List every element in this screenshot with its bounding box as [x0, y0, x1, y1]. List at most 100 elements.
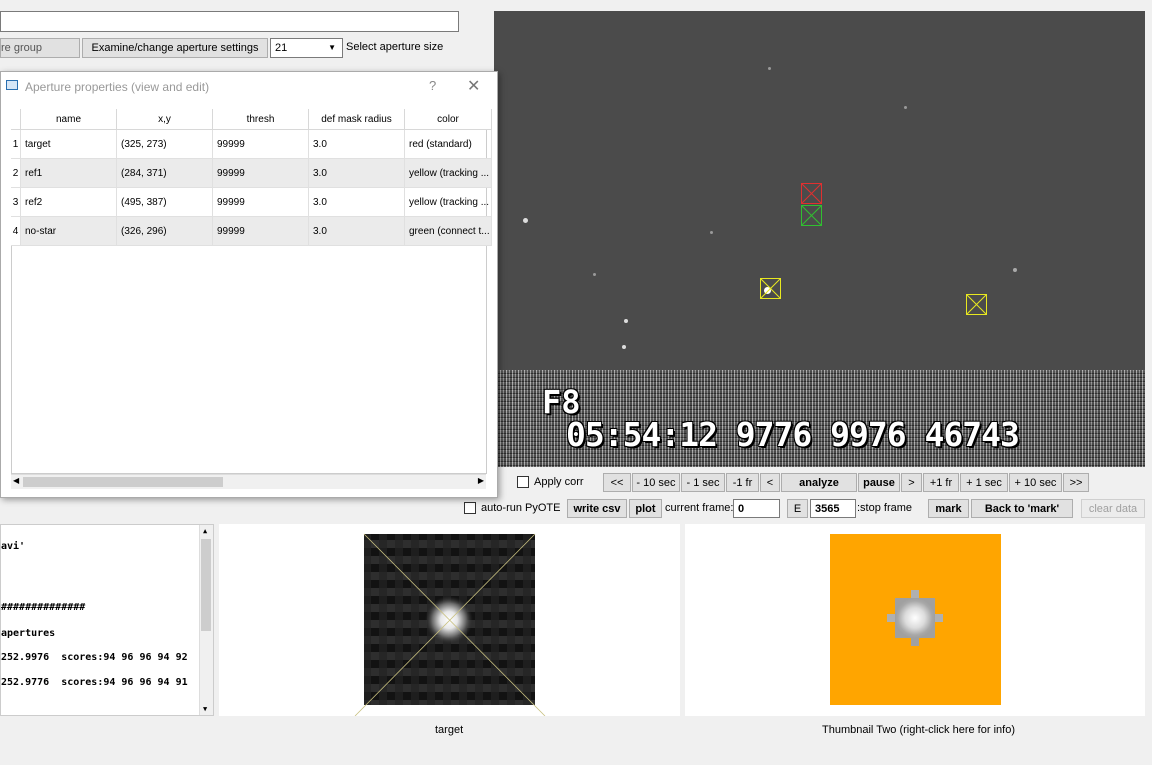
forward-to-end-button[interactable]: >>	[1063, 473, 1089, 492]
column-header-thresh[interactable]: thresh	[212, 109, 309, 130]
auto-run-pyote-label: auto-run PyOTE	[481, 502, 561, 514]
star	[593, 273, 596, 276]
log-line: 252.9776 scores:94 96 96 94 91	[1, 677, 188, 688]
thumbnail-two-image	[830, 534, 1001, 705]
help-icon[interactable]: ?	[429, 78, 436, 93]
cell-xy[interactable]: (325, 273)	[116, 129, 213, 159]
current-frame-label: current frame:	[665, 502, 734, 514]
row-number[interactable]: 4	[11, 216, 21, 246]
row-number[interactable]: 1	[11, 129, 21, 159]
auto-run-pyote-checkbox[interactable]	[464, 502, 476, 514]
cell-mask-radius[interactable]: 3.0	[308, 129, 405, 159]
cell-thresh[interactable]: 99999	[212, 216, 309, 246]
log-line: avi'	[1, 541, 26, 552]
e-button[interactable]: E	[787, 499, 808, 518]
table-row[interactable]: 2 ref1 (284, 371) 99999 3.0 yellow (trac…	[11, 158, 492, 188]
target-aperture[interactable]	[801, 183, 822, 204]
cell-thresh[interactable]: 99999	[212, 187, 309, 217]
star	[904, 106, 907, 109]
log-scroll-thumb[interactable]	[201, 539, 211, 631]
aperture-size-select[interactable]: 21 ▼	[270, 38, 343, 58]
close-icon[interactable]: ✕	[467, 76, 480, 96]
cell-color[interactable]: yellow (tracking ...	[404, 158, 492, 188]
row-number[interactable]: 2	[11, 158, 21, 188]
thumbnail-one-caption: target	[435, 724, 464, 736]
stop-frame-input[interactable]: 3565	[810, 499, 856, 518]
apply-corr-checkbox[interactable]	[517, 476, 529, 488]
forward-1-frame-button[interactable]: +1 fr	[923, 473, 959, 492]
log-line: 252.9976 scores:94 96 96 94 92	[1, 652, 188, 663]
column-header-color[interactable]: color	[404, 109, 492, 130]
cell-name[interactable]: no-star	[20, 216, 117, 246]
write-csv-button[interactable]: write csv	[567, 499, 627, 518]
cell-mask-radius[interactable]: 3.0	[308, 158, 405, 188]
log-panel[interactable]: avi' ############## apertures 252.9976 s…	[0, 524, 214, 716]
back-to-start-button[interactable]: <<	[603, 473, 631, 492]
video-frame[interactable]: F8 05:54:12 9776 9976 46743	[494, 11, 1145, 467]
path-field[interactable]	[0, 11, 459, 32]
star	[624, 319, 628, 323]
back-1-frame-button[interactable]: -1 fr	[726, 473, 759, 492]
scroll-right-icon[interactable]: ▶	[478, 476, 484, 485]
play-forward-button[interactable]: >	[901, 473, 922, 492]
dialog-titlebar[interactable]: Aperture properties (view and edit) ? ✕	[1, 72, 497, 100]
table-scroll-thumb[interactable]	[23, 477, 223, 487]
plot-button[interactable]: plot	[629, 499, 662, 518]
scroll-up-icon[interactable]: ▲	[203, 527, 207, 535]
star	[768, 67, 771, 70]
cell-color[interactable]: red (standard)	[404, 129, 492, 159]
thumbnail-one-panel[interactable]	[219, 524, 680, 716]
forward-10-sec-button[interactable]: + 10 sec	[1009, 473, 1062, 492]
analyze-button[interactable]: analyze	[781, 473, 857, 492]
table-row[interactable]: 3 ref2 (495, 387) 99999 3.0 yellow (trac…	[11, 187, 492, 217]
cell-xy[interactable]: (326, 296)	[116, 216, 213, 246]
examine-aperture-settings-button[interactable]: Examine/change aperture settings	[82, 38, 268, 58]
scroll-left-icon[interactable]: ◀	[13, 476, 19, 485]
cell-name[interactable]: ref1	[20, 158, 117, 188]
cell-xy[interactable]: (284, 371)	[116, 158, 213, 188]
clear-data-button[interactable]: clear data	[1081, 499, 1145, 518]
log-line: ##############	[1, 602, 86, 613]
scroll-down-icon[interactable]: ▼	[203, 705, 207, 713]
column-header-mask-radius[interactable]: def mask radius	[308, 109, 405, 130]
no-star-aperture[interactable]	[801, 205, 822, 226]
ref1-aperture[interactable]	[760, 278, 781, 299]
back-10-sec-button[interactable]: - 10 sec	[632, 473, 680, 492]
ref2-aperture[interactable]	[966, 294, 987, 315]
dialog-title: Aperture properties (view and edit)	[25, 80, 210, 94]
cell-thresh[interactable]: 99999	[212, 158, 309, 188]
cell-thresh[interactable]: 99999	[212, 129, 309, 159]
cell-xy[interactable]: (495, 387)	[116, 187, 213, 217]
mark-button[interactable]: mark	[928, 499, 969, 518]
cell-color[interactable]: green (connect t...	[404, 216, 492, 246]
cell-color[interactable]: yellow (tracking ...	[404, 187, 492, 217]
back-to-mark-button[interactable]: Back to 'mark'	[971, 499, 1073, 518]
aperture-properties-dialog[interactable]: Aperture properties (view and edit) ? ✕ …	[0, 71, 498, 498]
row-number[interactable]: 3	[11, 187, 21, 217]
chevron-down-icon: ▼	[328, 43, 336, 52]
column-header-xy[interactable]: x,y	[116, 109, 213, 130]
star	[523, 218, 528, 223]
back-1-sec-button[interactable]: - 1 sec	[681, 473, 725, 492]
current-frame-input[interactable]: 0	[733, 499, 780, 518]
aperture-size-value: 21	[275, 42, 288, 54]
table-row[interactable]: 1 target (325, 273) 99999 3.0 red (stand…	[11, 129, 492, 159]
timestamp-overlay: 05:54:12 9776 9976 46743	[566, 415, 1020, 454]
aperture-group-button[interactable]: re group	[0, 38, 80, 58]
table-horizontal-scrollbar[interactable]: ◀ ▶	[11, 474, 486, 489]
aperture-table[interactable]: name x,y thresh def mask radius color 1 …	[11, 109, 492, 246]
table-row[interactable]: 4 no-star (326, 296) 99999 3.0 green (co…	[11, 216, 492, 246]
target-thumbnail-image	[354, 533, 546, 716]
log-scrollbar[interactable]: ▲ ▼	[199, 525, 213, 715]
column-header-name[interactable]: name	[20, 109, 117, 130]
play-backward-button[interactable]: <	[760, 473, 780, 492]
cell-mask-radius[interactable]: 3.0	[308, 216, 405, 246]
cell-name[interactable]: ref2	[20, 187, 117, 217]
corner-header	[11, 109, 21, 130]
cell-name[interactable]: target	[20, 129, 117, 159]
pause-button[interactable]: pause	[858, 473, 900, 492]
cell-mask-radius[interactable]: 3.0	[308, 187, 405, 217]
thumbnail-two-panel[interactable]	[685, 524, 1145, 716]
app-icon	[6, 80, 18, 90]
forward-1-sec-button[interactable]: + 1 sec	[960, 473, 1008, 492]
